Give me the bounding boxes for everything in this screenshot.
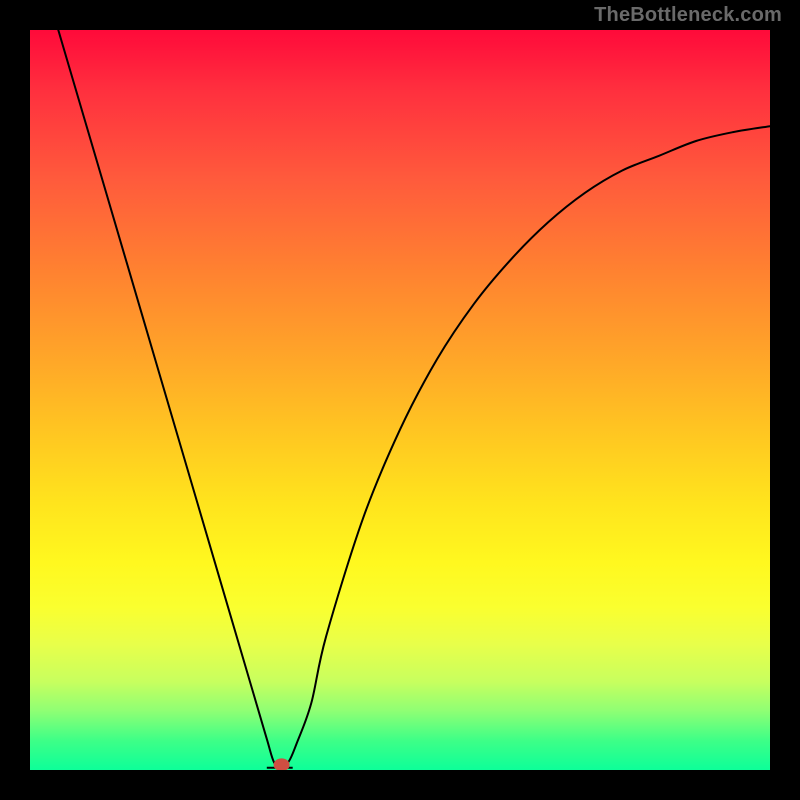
plot-area: [30, 30, 770, 770]
watermark-text: TheBottleneck.com: [594, 4, 782, 27]
marker-dot: [274, 758, 290, 770]
chart-frame: TheBottleneck.com: [0, 0, 800, 800]
chart-svg: [30, 30, 770, 770]
curve-line: [30, 30, 770, 766]
